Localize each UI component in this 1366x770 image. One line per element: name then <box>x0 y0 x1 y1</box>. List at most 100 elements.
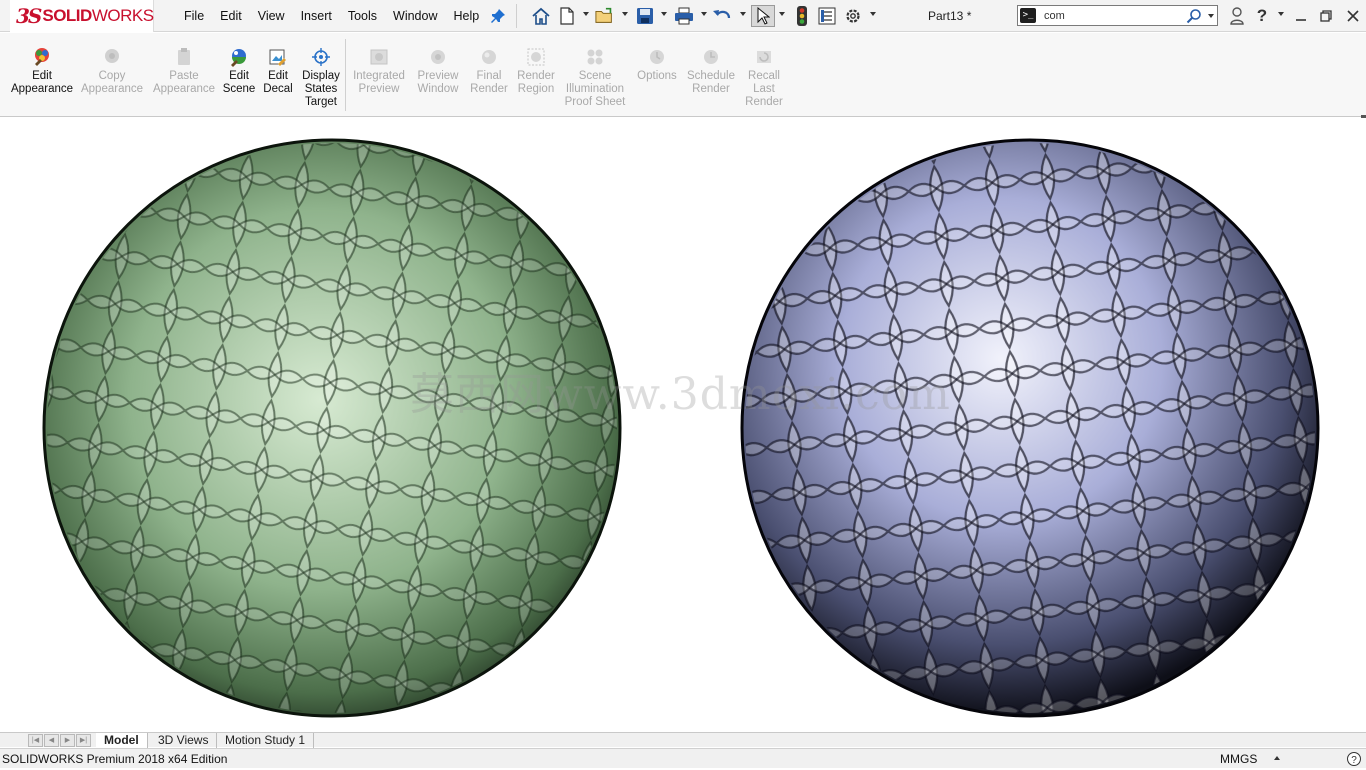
paste-appearance-button[interactable]: Paste Appearance <box>152 47 216 96</box>
tab-prev-arrow-icon[interactable]: ◀ <box>44 734 59 747</box>
edit-decal-icon <box>269 49 286 66</box>
render-options-button[interactable]: Options <box>634 47 680 83</box>
render-options-label: Options <box>637 70 677 82</box>
scene-illumination-proof-sheet-button[interactable]: Scene Illumination Proof Sheet <box>562 47 628 109</box>
render-region-label: Render Region <box>517 70 555 95</box>
search-icon[interactable] <box>1186 8 1202 27</box>
menu-window[interactable]: Window <box>385 9 445 23</box>
model-scene <box>42 138 1320 718</box>
units-caret-icon[interactable] <box>1274 756 1280 760</box>
edit-decal-label: Edit Decal <box>263 70 293 95</box>
title-bar: 3S SOLIDWORKS File Edit View Insert Tool… <box>0 0 1366 32</box>
print-icon[interactable] <box>674 6 694 26</box>
final-render-label: Final Render <box>470 70 508 95</box>
proof-sheet-label: Scene Illumination Proof Sheet <box>564 70 626 108</box>
recall-last-render-label: Recall Last Render <box>745 70 783 108</box>
edit-scene-button[interactable]: Edit Scene <box>222 47 256 96</box>
logo-works: WORKS <box>91 6 154 25</box>
integrated-preview-button[interactable]: Integrated Preview <box>350 47 408 96</box>
recall-last-render-button[interactable]: Recall Last Render <box>742 47 786 109</box>
integrated-preview-label: Integrated Preview <box>353 70 405 95</box>
edit-appearance-label: Edit Appearance <box>10 70 74 95</box>
edit-scene-label: Edit Scene <box>222 70 256 95</box>
menu-edit[interactable]: Edit <box>212 9 250 23</box>
tab-model[interactable]: Model <box>96 733 148 748</box>
render-options-icon <box>650 50 664 64</box>
home-icon[interactable] <box>531 6 551 26</box>
undo-dropdown-icon[interactable] <box>740 12 746 16</box>
menu-insert[interactable]: Insert <box>293 9 340 23</box>
target-crosshair-icon <box>312 48 330 66</box>
file-properties-icon[interactable] <box>817 6 837 26</box>
schedule-render-icon <box>704 50 718 64</box>
open-folder-icon[interactable] <box>595 6 615 26</box>
open-dropdown-icon[interactable] <box>622 12 628 16</box>
paste-appearance-label: Paste Appearance <box>152 70 216 95</box>
appearance-palette-icon <box>35 48 49 66</box>
print-dropdown-icon[interactable] <box>701 12 707 16</box>
copy-appearance-button[interactable]: Copy Appearance <box>80 47 144 96</box>
menu-view[interactable]: View <box>250 9 293 23</box>
solidworks-logo[interactable]: 3S SOLIDWORKS <box>10 0 154 32</box>
green-patterned-sphere[interactable] <box>42 138 622 718</box>
silver-patterned-sphere[interactable] <box>740 138 1320 718</box>
tab-next-arrow-icon[interactable]: ▶ <box>60 734 75 747</box>
menu-help[interactable]: Help <box>446 9 488 23</box>
proof-sheet-icon <box>587 49 603 65</box>
select-pointer-icon[interactable] <box>751 5 775 27</box>
integrated-preview-icon <box>370 49 388 65</box>
schedule-render-label: Schedule Render <box>687 70 735 95</box>
options-dropdown-icon[interactable] <box>870 12 876 16</box>
select-dropdown-icon[interactable] <box>779 12 785 16</box>
graphics-viewport[interactable]: 莫西网www.3dmoxi.com <box>0 118 1366 732</box>
tab-3d-views[interactable]: 3D Views <box>150 733 218 748</box>
new-dropdown-icon[interactable] <box>583 12 589 16</box>
menu-bar: File Edit View Insert Tools Window Help <box>176 0 487 32</box>
unit-system[interactable]: MMGS <box>1220 752 1257 766</box>
toolbar-divider <box>516 4 517 28</box>
svg-text:?: ? <box>1351 755 1357 766</box>
restore-window-icon[interactable] <box>1316 6 1336 26</box>
render-region-icon <box>527 48 545 66</box>
command-manager: Edit Appearance Copy Appearance Paste Ap… <box>0 33 1366 119</box>
watermark-text: 莫西网www.3dmoxi.com <box>410 369 951 420</box>
menu-file[interactable]: File <box>176 9 212 23</box>
logo-ds: 3S <box>16 4 42 28</box>
command-prompt-icon[interactable]: >_ <box>1020 8 1036 23</box>
render-region-button[interactable]: Render Region <box>514 47 558 96</box>
search-box[interactable]: >_ <box>1017 5 1218 26</box>
search-input[interactable] <box>1044 8 1184 23</box>
status-text: SOLIDWORKS Premium 2018 x64 Edition <box>2 752 228 766</box>
tab-navigation: |◀ ◀ ▶ ▶| <box>28 734 92 747</box>
tab-motion-study-1[interactable]: Motion Study 1 <box>217 733 315 748</box>
edit-appearance-button[interactable]: Edit Appearance <box>11 47 73 96</box>
close-window-icon[interactable] <box>1343 6 1363 26</box>
status-help-icon[interactable]: ? <box>1346 751 1362 770</box>
undo-icon[interactable] <box>712 6 732 26</box>
save-icon[interactable] <box>635 6 655 26</box>
display-states-target-label: Display States Target <box>302 70 340 108</box>
minimize-window-icon[interactable] <box>1291 6 1311 26</box>
tab-first-arrow-icon[interactable]: |◀ <box>28 734 43 747</box>
edit-decal-button[interactable]: Edit Decal <box>262 47 294 96</box>
pin-icon[interactable] <box>488 6 508 26</box>
copy-appearance-icon <box>105 49 119 63</box>
preview-window-button[interactable]: Preview Window <box>412 47 464 96</box>
save-dropdown-icon[interactable] <box>661 12 667 16</box>
menu-tools[interactable]: Tools <box>340 9 385 23</box>
preview-window-icon <box>431 50 445 64</box>
rebuild-traffic-light-icon[interactable] <box>792 6 812 26</box>
new-document-icon[interactable] <box>557 6 577 26</box>
help-dropdown-icon[interactable] <box>1278 12 1284 16</box>
tab-last-arrow-icon[interactable]: ▶| <box>76 734 91 747</box>
options-gear-icon[interactable] <box>843 6 863 26</box>
display-states-target-button[interactable]: Display States Target <box>300 47 342 109</box>
user-account-icon[interactable] <box>1227 6 1247 26</box>
recall-last-render-icon <box>757 51 771 63</box>
final-render-button[interactable]: Final Render <box>468 47 510 96</box>
search-dropdown-icon[interactable] <box>1208 14 1214 18</box>
help-question-icon[interactable]: ? <box>1252 6 1272 26</box>
preview-window-label: Preview Window <box>417 70 459 95</box>
schedule-render-button[interactable]: Schedule Render <box>685 47 737 96</box>
final-render-icon <box>482 50 496 64</box>
